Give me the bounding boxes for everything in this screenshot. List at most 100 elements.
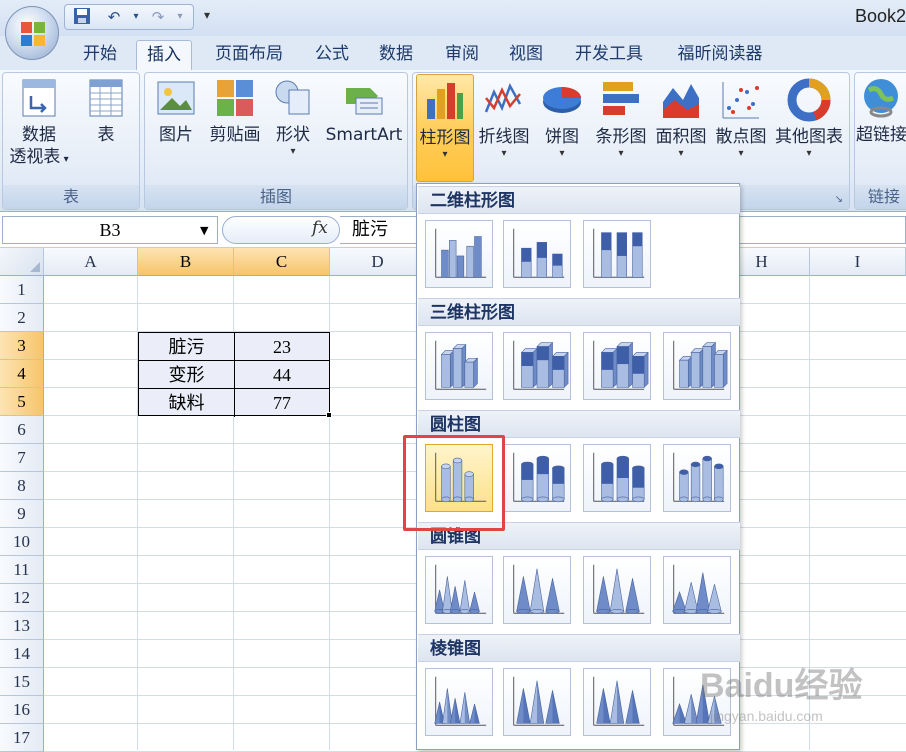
- undo-dropdown-icon[interactable]: ▾: [125, 7, 147, 27]
- row-header-14[interactable]: 14: [0, 640, 44, 668]
- pie-chart-label: 饼图: [545, 127, 579, 147]
- chart-type-3d-percent-stacked-column[interactable]: [583, 332, 651, 400]
- pivot-table-label-2: 透视表: [9, 147, 61, 167]
- undo-icon[interactable]: ↶: [103, 7, 125, 27]
- redo-icon[interactable]: ↷: [147, 7, 169, 27]
- cell-b5[interactable]: 缺料: [139, 389, 235, 417]
- row-header-3[interactable]: 3: [0, 332, 44, 360]
- pivot-table-button[interactable]: 数据 透视表 ▾: [4, 76, 74, 171]
- cell-c4[interactable]: 44: [235, 361, 329, 389]
- chart-type-3d-cone[interactable]: [663, 556, 731, 624]
- pie-chart-dropdown-icon: ▾: [559, 148, 565, 159]
- name-box-dropdown-icon[interactable]: ▼: [200, 224, 208, 237]
- row-header-16[interactable]: 16: [0, 696, 44, 724]
- cell-c3[interactable]: 23: [235, 333, 329, 361]
- insert-function-icon[interactable]: fx: [312, 218, 328, 238]
- clipart-icon: [217, 80, 253, 116]
- row-header-10[interactable]: 10: [0, 528, 44, 556]
- row-header-12[interactable]: 12: [0, 584, 44, 612]
- tab-formulas[interactable]: 公式: [304, 40, 360, 70]
- other-charts-button[interactable]: 其他图表 ▾: [772, 78, 846, 160]
- chart-type-stacked-column[interactable]: [503, 220, 571, 288]
- line-chart-button[interactable]: 折线图 ▾: [476, 78, 532, 160]
- stacked-cylinder-chart-icon: [513, 452, 565, 503]
- chart-type-clustered-column[interactable]: [425, 220, 493, 288]
- select-all-corner[interactable]: [0, 248, 44, 276]
- shapes-label: 形状: [276, 125, 310, 145]
- clustered-pyramid-chart-icon: [434, 676, 487, 726]
- tab-view[interactable]: 视图: [498, 40, 554, 70]
- ribbon-tab-bar: 开始 插入 页面布局 公式 数据 审阅 视图 开发工具 福昕阅读器: [0, 36, 906, 70]
- fill-handle[interactable]: [326, 412, 332, 418]
- column-header-i[interactable]: I: [810, 248, 906, 276]
- 3d-cone-chart-icon: [672, 564, 725, 614]
- picture-button[interactable]: 图片: [150, 76, 202, 146]
- tab-home[interactable]: 开始: [72, 40, 128, 70]
- scatter-chart-button[interactable]: 散点图 ▾: [712, 78, 770, 160]
- redo-dropdown-icon[interactable]: ▾: [169, 7, 191, 27]
- customize-qat-button[interactable]: ▾: [200, 8, 214, 26]
- chart-type-stacked-cone[interactable]: [503, 556, 571, 624]
- scatter-chart-dropdown-icon: ▾: [738, 148, 744, 159]
- dialog-launcher-icon[interactable]: ↘: [835, 194, 843, 205]
- pie-chart-button[interactable]: 饼图 ▾: [536, 78, 588, 160]
- row-header-17[interactable]: 17: [0, 724, 44, 752]
- row-header-7[interactable]: 7: [0, 444, 44, 472]
- column-chart-icon: [427, 83, 463, 119]
- column-chart-button[interactable]: 柱形图 ▾: [416, 74, 474, 182]
- tab-data[interactable]: 数据: [368, 40, 424, 70]
- scatter-chart-label: 散点图: [715, 127, 767, 147]
- chart-type-3d-clustered-column[interactable]: [425, 332, 493, 400]
- tab-foxit-reader[interactable]: 福昕阅读器: [666, 40, 774, 70]
- name-box[interactable]: B3: [2, 216, 218, 244]
- area-chart-label: 面积图: [655, 127, 707, 147]
- chart-type-clustered-pyramid[interactable]: [425, 668, 493, 736]
- chart-type-percent-stacked-column[interactable]: [583, 220, 651, 288]
- tab-review[interactable]: 审阅: [434, 40, 490, 70]
- hyperlink-button[interactable]: 超链接: [856, 76, 906, 146]
- chart-type-3d-column[interactable]: [663, 332, 731, 400]
- chart-type-clustered-cone[interactable]: [425, 556, 493, 624]
- bar-chart-button[interactable]: 条形图 ▾: [592, 78, 650, 160]
- row-header-13[interactable]: 13: [0, 612, 44, 640]
- smartart-button[interactable]: SmartArt: [322, 76, 406, 146]
- tab-page-layout[interactable]: 页面布局: [204, 40, 294, 70]
- row-header-4[interactable]: 4: [0, 360, 44, 388]
- row-header-11[interactable]: 11: [0, 556, 44, 584]
- column-header-d[interactable]: D: [330, 248, 426, 276]
- cell-b4[interactable]: 变形: [139, 361, 235, 389]
- tab-developer[interactable]: 开发工具: [562, 40, 656, 70]
- chart-type-stacked-pyramid[interactable]: [503, 668, 571, 736]
- chart-type-percent-stacked-pyramid[interactable]: [583, 668, 651, 736]
- chart-type-stacked-cylinder[interactable]: [503, 444, 571, 512]
- row-header-5[interactable]: 5: [0, 388, 44, 416]
- doughnut-chart-icon: [787, 78, 831, 122]
- row-header-2[interactable]: 2: [0, 304, 44, 332]
- row-header-9[interactable]: 9: [0, 500, 44, 528]
- row-header-8[interactable]: 8: [0, 472, 44, 500]
- picture-label: 图片: [159, 125, 193, 145]
- save-icon[interactable]: [71, 7, 93, 27]
- chart-type-3d-cylinder[interactable]: [663, 444, 731, 512]
- picture-icon: [157, 81, 195, 115]
- chart-type-percent-stacked-cylinder[interactable]: [583, 444, 651, 512]
- office-button[interactable]: [5, 6, 59, 60]
- column-header-a[interactable]: A: [44, 248, 138, 276]
- clipart-button[interactable]: 剪贴画: [204, 76, 266, 146]
- section-pyramid: 棱锥图: [418, 634, 740, 662]
- chart-type-3d-stacked-column[interactable]: [503, 332, 571, 400]
- shapes-button[interactable]: 形状 ▾: [268, 76, 318, 158]
- cell-c5[interactable]: 77: [235, 389, 329, 417]
- clustered-column-chart-icon: [435, 228, 487, 278]
- tab-insert[interactable]: 插入: [136, 40, 192, 70]
- table-button[interactable]: 表: [78, 76, 134, 146]
- row-header-15[interactable]: 15: [0, 668, 44, 696]
- row-header-1[interactable]: 1: [0, 276, 44, 304]
- area-chart-button[interactable]: 面积图 ▾: [652, 78, 710, 160]
- chart-type-percent-stacked-cone[interactable]: [583, 556, 651, 624]
- column-header-c[interactable]: C: [234, 248, 330, 276]
- cell-b3[interactable]: 脏污: [139, 333, 235, 361]
- row-header-6[interactable]: 6: [0, 416, 44, 444]
- percent-stacked-cylinder-chart-icon: [593, 452, 645, 503]
- column-header-b[interactable]: B: [138, 248, 234, 276]
